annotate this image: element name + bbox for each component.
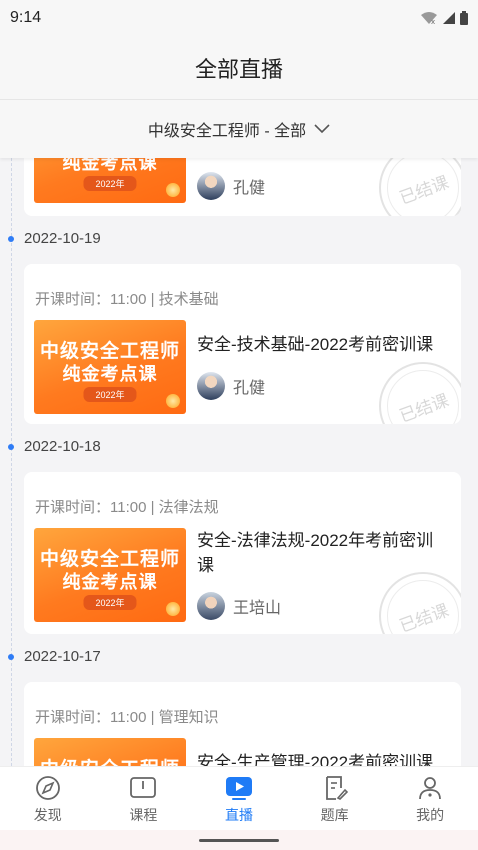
exam-edit-icon bbox=[325, 776, 348, 800]
thumbnail-year: 2022年 bbox=[83, 387, 137, 402]
page-title: 全部直播 bbox=[194, 56, 283, 82]
status-bar: 9:14 x bbox=[0, 0, 478, 36]
date-header: 2022-10-17 bbox=[0, 648, 101, 665]
tab-label: 发现 bbox=[33, 807, 62, 823]
teacher-name: 孔健 bbox=[233, 180, 266, 197]
teacher-name: 王培山 bbox=[233, 600, 282, 617]
battery-icon bbox=[460, 11, 468, 25]
svg-text:x: x bbox=[431, 18, 435, 25]
compass-icon bbox=[35, 776, 60, 800]
wifi-icon: x bbox=[421, 12, 437, 25]
home-gesture-handle[interactable] bbox=[199, 838, 279, 842]
course-title: 安全-技术基础-2022考前密训课 bbox=[197, 335, 434, 354]
teacher-avatar bbox=[197, 372, 225, 400]
live-course-card[interactable]: 开课时间：11:00 | 技术基础 中级安全工程师 纯金考点课 2022年 安全… bbox=[24, 264, 461, 424]
course-thumbnail: 中级安全工程师 纯金考点课 2022年 bbox=[34, 738, 186, 766]
tab-label: 直播 bbox=[224, 807, 253, 823]
category-filter-label: 中级安全工程师 - 全部 bbox=[147, 123, 307, 140]
live-course-card[interactable]: 开课时间：11:00 | 管理知识 中级安全工程师 纯金考点课 2022年 安全… bbox=[24, 682, 461, 766]
date-label: 2022-10-18 bbox=[24, 438, 101, 455]
course-ended-stamp: 已结课 bbox=[379, 158, 461, 216]
teacher-info: 孔健 bbox=[197, 372, 265, 400]
thumbnail-title: 中级安全工程师 bbox=[39, 341, 180, 362]
teacher-info: 孔健 bbox=[197, 172, 265, 200]
live-course-card[interactable]: 中级安全工程师 纯金考点课 2022年 孔健 已结课 bbox=[24, 158, 461, 216]
system-nav-bar bbox=[0, 830, 478, 850]
tab-label: 题库 bbox=[320, 807, 349, 823]
bottom-tab-bar: 发现 课程 直播 题库 我的 bbox=[0, 766, 478, 830]
teacher-avatar bbox=[197, 172, 225, 200]
tab-label: 课程 bbox=[129, 807, 158, 823]
signal-icon bbox=[443, 12, 455, 24]
thumbnail-title: 中级安全工程师 bbox=[39, 549, 180, 570]
timeline-dot bbox=[8, 235, 14, 242]
live-play-icon bbox=[225, 777, 252, 800]
live-course-card[interactable]: 开课时间：11:00 | 法律法规 中级安全工程师 纯金考点课 2022年 安全… bbox=[24, 472, 461, 634]
teacher-name: 孔健 bbox=[233, 380, 266, 397]
thumbnail-decoration bbox=[166, 394, 180, 408]
page-header: 全部直播 bbox=[0, 36, 478, 100]
status-time: 9:14 bbox=[10, 9, 42, 26]
class-time: 开课时间：11:00 | 技术基础 bbox=[35, 291, 219, 308]
book-icon bbox=[130, 777, 157, 798]
tab-profile[interactable]: 我的 bbox=[382, 767, 478, 830]
thumbnail-decoration bbox=[166, 183, 180, 197]
tab-courses[interactable]: 课程 bbox=[96, 767, 192, 830]
teacher-avatar bbox=[197, 592, 225, 620]
course-thumbnail: 中级安全工程师 纯金考点课 2022年 bbox=[34, 320, 186, 414]
user-icon bbox=[419, 777, 442, 800]
status-icons: x bbox=[420, 11, 468, 25]
tab-live[interactable]: 直播 bbox=[191, 767, 287, 830]
stamp-text: 已结课 bbox=[396, 390, 451, 424]
live-list[interactable]: 中级安全工程师 纯金考点课 2022年 孔健 已结课 2022-10-19 开课… bbox=[0, 158, 478, 766]
class-time: 开课时间：11:00 | 法律法规 bbox=[35, 499, 219, 516]
course-ended-stamp: 已结课 bbox=[379, 362, 461, 424]
tab-label: 我的 bbox=[416, 807, 445, 823]
thumbnail-decoration bbox=[166, 602, 180, 616]
timeline-dot bbox=[8, 653, 14, 660]
class-time: 开课时间：11:00 | 管理知识 bbox=[35, 709, 219, 726]
thumbnail-year: 2022年 bbox=[83, 595, 137, 610]
chevron-down-icon bbox=[314, 124, 330, 134]
thumbnail-subtitle: 纯金考点课 bbox=[62, 364, 158, 384]
course-title: 安全-生产管理-2022考前密训课 bbox=[197, 753, 434, 766]
thumbnail-subtitle: 纯金考点课 bbox=[62, 158, 158, 173]
stamp-text: 已结课 bbox=[396, 600, 451, 634]
date-label: 2022-10-19 bbox=[24, 230, 101, 247]
thumbnail-subtitle: 纯金考点课 bbox=[62, 572, 158, 592]
course-title: 安全-法律法规-2022年考前密训课 bbox=[197, 531, 434, 575]
date-label: 2022-10-17 bbox=[24, 648, 101, 665]
date-header: 2022-10-19 bbox=[0, 230, 101, 247]
timeline-dot bbox=[8, 443, 14, 450]
course-thumbnail: 中级安全工程师 纯金考点课 2022年 bbox=[34, 528, 186, 622]
thumbnail-year: 2022年 bbox=[83, 176, 137, 191]
course-ended-stamp: 已结课 bbox=[379, 572, 461, 634]
thumbnail-title: 中级安全工程师 bbox=[34, 754, 186, 766]
teacher-info: 王培山 bbox=[197, 592, 281, 620]
course-thumbnail: 中级安全工程师 纯金考点课 2022年 bbox=[34, 158, 186, 203]
timeline-line bbox=[11, 158, 12, 766]
stamp-text: 已结课 bbox=[396, 172, 451, 208]
category-filter-dropdown[interactable]: 中级安全工程师 - 全部 bbox=[0, 100, 478, 158]
tab-discover[interactable]: 发现 bbox=[0, 767, 96, 830]
date-header: 2022-10-18 bbox=[0, 438, 101, 455]
tab-question-bank[interactable]: 题库 bbox=[287, 767, 383, 830]
